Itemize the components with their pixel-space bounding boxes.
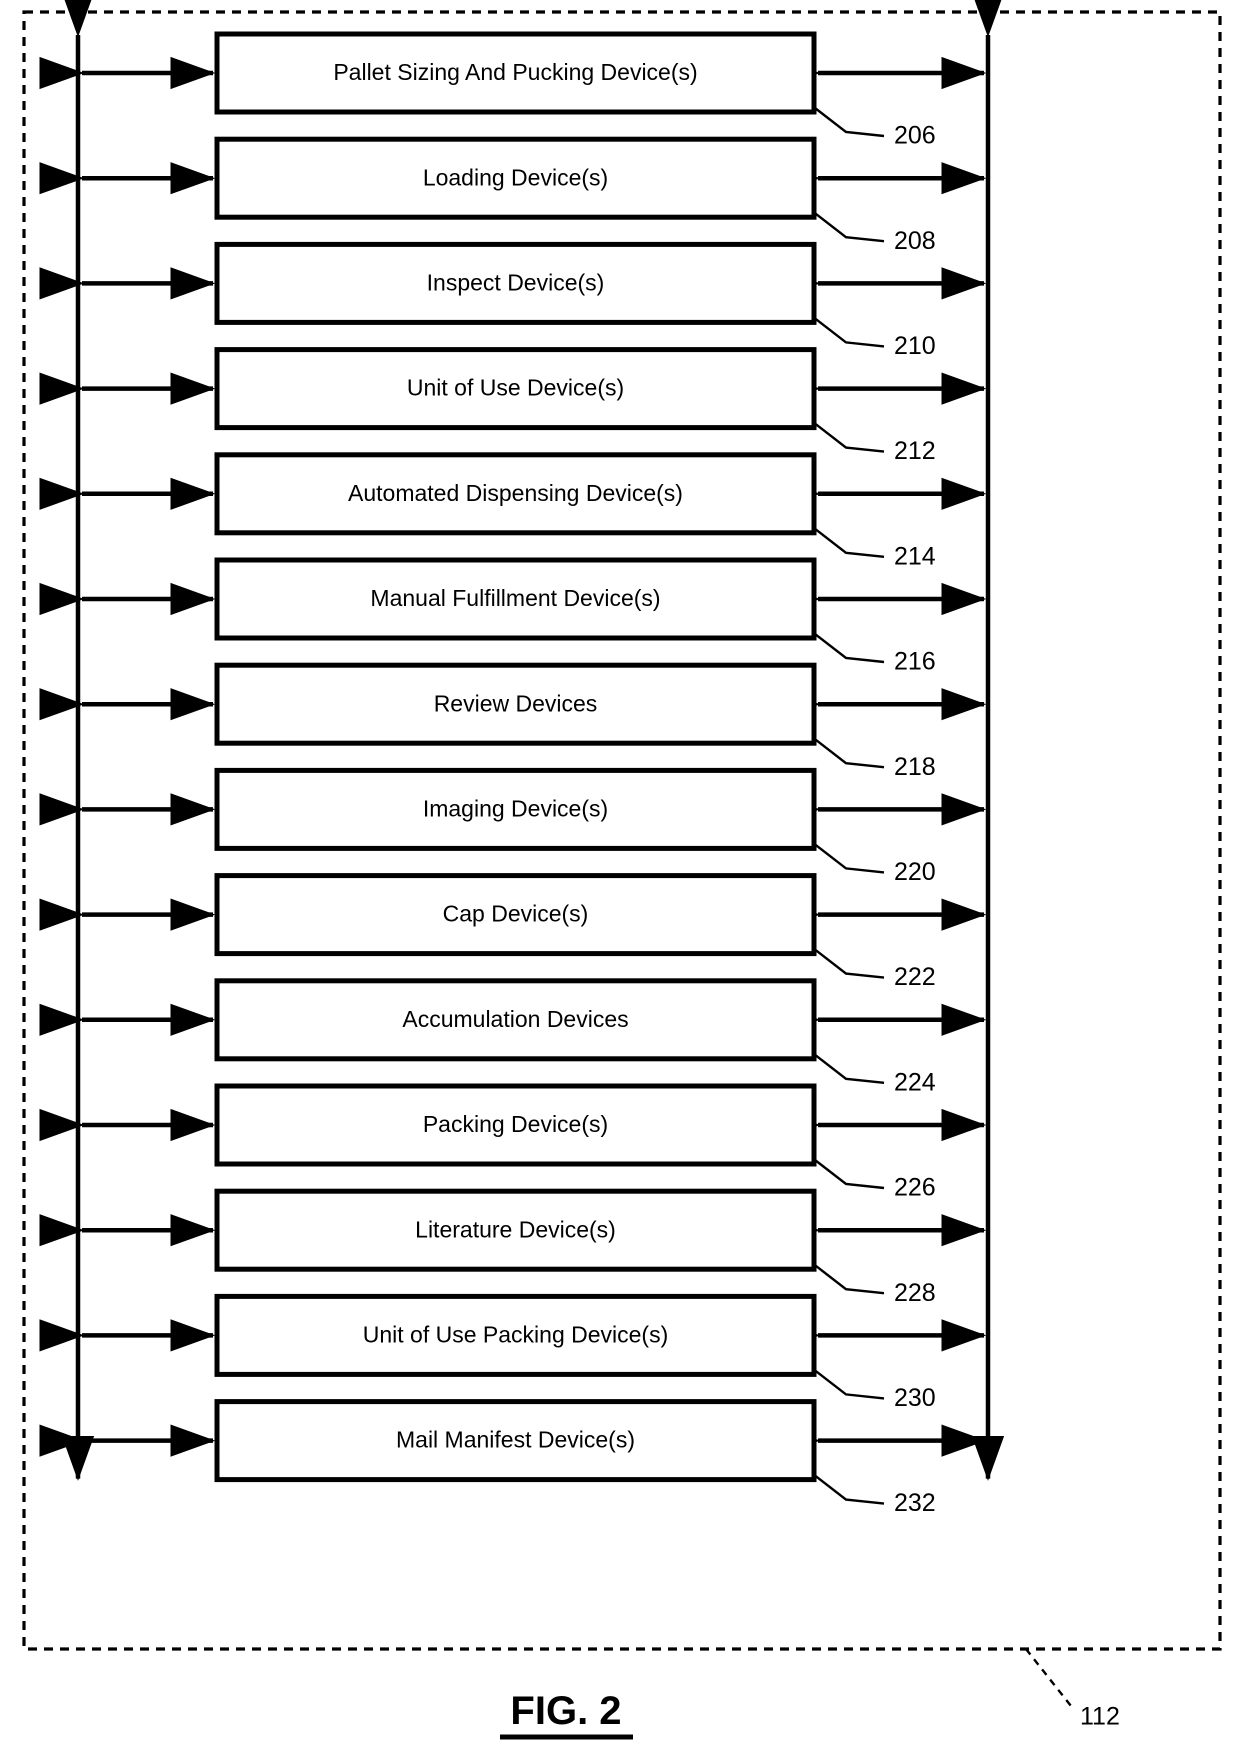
device-box-label: Mail Manifest Device(s) (396, 1427, 635, 1453)
device-box-label: Inspect Device(s) (427, 269, 605, 295)
reference-leader-line (814, 422, 885, 453)
device-row: Manual Fulfillment Device(s) 216 (39, 557, 987, 676)
device-box-label: Imaging Device(s) (423, 795, 608, 821)
reference-leader-line (814, 1264, 885, 1295)
reference-leader-line (814, 317, 885, 348)
outer-reference-leader (1025, 1648, 1072, 1707)
device-box-label: Unit of Use Packing Device(s) (363, 1321, 669, 1347)
figure-2-diagram: Pallet Sizing And Pucking Device(s)206Lo… (22, 0, 1222, 1740)
device-box-label: Cap Device(s) (443, 901, 589, 927)
reference-leader-line (814, 633, 885, 664)
reference-number-label: 224 (894, 1068, 936, 1096)
reference-number-label: 228 (894, 1279, 936, 1307)
figure-caption: FIG. 2 (510, 1689, 621, 1733)
device-row: Cap Device(s) 222 (39, 873, 987, 991)
reference-leader-line (814, 843, 885, 874)
device-row: Imaging Device(s) 220 (39, 767, 987, 886)
outer-reference-label: 112 (1080, 1703, 1120, 1731)
reference-number-label: 230 (894, 1384, 936, 1412)
device-row: Unit of Use Device(s) 212 (39, 347, 987, 465)
device-row: Loading Device(s) 208 (39, 136, 987, 255)
device-row: Review Devices 218 (39, 662, 987, 781)
device-row: Mail Manifest Device(s) 232 (39, 1399, 987, 1517)
reference-number-label: 216 (894, 648, 936, 676)
device-row: Accumulation Devices 224 (39, 978, 987, 1096)
device-box-label: Manual Fulfillment Device(s) (370, 585, 660, 611)
reference-number-label: 208 (894, 227, 936, 255)
device-row: Inspect Device(s) 210 (39, 241, 987, 360)
device-box-label: Automated Dispensing Device(s) (348, 480, 683, 506)
reference-number-label: 232 (894, 1489, 936, 1517)
device-row: Automated Dispensing Device(s) 214 (39, 452, 987, 570)
reference-number-label: 212 (894, 437, 936, 465)
reference-leader-line (814, 1159, 885, 1190)
reference-number-label: 210 (894, 332, 936, 360)
reference-leader-line (814, 738, 885, 769)
reference-number-label: 214 (894, 542, 936, 570)
reference-number-label: 226 (894, 1174, 936, 1202)
device-row: Literature Device(s) 228 (39, 1188, 987, 1307)
device-box-label: Accumulation Devices (402, 1006, 628, 1032)
reference-leader-line (814, 948, 885, 979)
reference-leader-line (814, 527, 885, 558)
reference-leader-line (814, 1474, 885, 1505)
reference-leader-line (814, 1053, 885, 1084)
device-box-label: Pallet Sizing And Pucking Device(s) (333, 59, 697, 85)
reference-number-label: 220 (894, 858, 936, 886)
device-box-label: Literature Device(s) (415, 1216, 616, 1242)
reference-leader-line (814, 212, 885, 243)
reference-number-label: 218 (894, 753, 936, 781)
device-box-label: Unit of Use Device(s) (407, 375, 624, 401)
reference-leader-line (814, 107, 885, 138)
device-box-label: Review Devices (434, 690, 598, 716)
patent-figure-page: Pallet Sizing And Pucking Device(s) 206 Lo… (0, 0, 1240, 1754)
device-row: Unit of Use Packing Device(s) 230 (39, 1293, 987, 1412)
reference-number-label: 206 (894, 122, 936, 150)
device-box-label: Loading Device(s) (423, 164, 608, 190)
device-box-label: Packing Device(s) (423, 1111, 608, 1137)
diagram-body: Pallet Sizing And Pucking Device(s)206Lo… (39, 0, 1005, 1517)
reference-number-label: 222 (894, 963, 936, 991)
reference-leader-line (814, 1369, 885, 1400)
device-row: Packing Device(s) 226 (39, 1083, 987, 1202)
device-row: Pallet Sizing And Pucking Device(s) 206 (39, 31, 987, 150)
